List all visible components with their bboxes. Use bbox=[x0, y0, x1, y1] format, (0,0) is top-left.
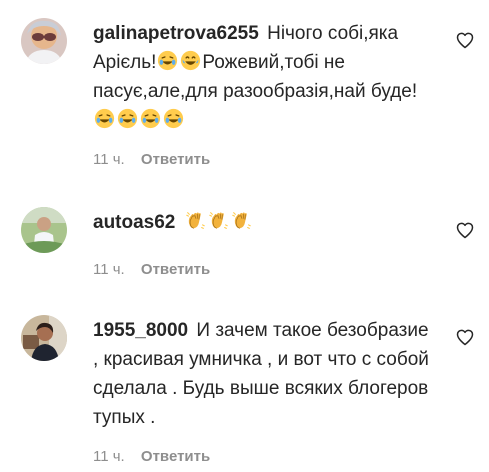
reply-button[interactable]: Ответить bbox=[141, 448, 210, 465]
clapping-hands-emoji bbox=[208, 210, 229, 231]
comment-text: galinapetrova6255 Нічого собі,яка Арієль… bbox=[93, 19, 438, 135]
rofl-emoji bbox=[94, 108, 115, 129]
rofl-emoji bbox=[163, 108, 184, 129]
comment-text: 1955_8000 И зачем такое безобразие , кра… bbox=[93, 316, 438, 432]
comment-time: 11 ч. bbox=[93, 448, 125, 465]
reply-button[interactable]: Ответить bbox=[141, 151, 210, 168]
heart-outline-icon[interactable] bbox=[455, 30, 475, 50]
comment-username[interactable]: galinapetrova6255 bbox=[93, 23, 259, 44]
comment-meta: 11 ч. Ответить bbox=[93, 448, 210, 465]
avatar[interactable] bbox=[21, 315, 67, 361]
comment-text: autoas62 bbox=[93, 208, 438, 237]
rofl-emoji bbox=[117, 108, 138, 129]
joy-emoji bbox=[180, 50, 201, 71]
clapping-hands-emoji bbox=[231, 210, 252, 231]
comment-username[interactable]: autoas62 bbox=[93, 212, 175, 233]
rofl-emoji bbox=[157, 50, 178, 71]
comment-time: 11 ч. bbox=[93, 261, 125, 278]
comment-time: 11 ч. bbox=[93, 151, 125, 168]
avatar[interactable] bbox=[21, 207, 67, 253]
comment-username[interactable]: 1955_8000 bbox=[93, 320, 188, 341]
reply-button[interactable]: Ответить bbox=[141, 261, 210, 278]
rofl-emoji bbox=[140, 108, 161, 129]
comment-meta: 11 ч. Ответить bbox=[93, 261, 210, 278]
comment-meta: 11 ч. Ответить bbox=[93, 151, 210, 168]
clapping-hands-emoji bbox=[185, 210, 206, 231]
heart-outline-icon[interactable] bbox=[455, 327, 475, 347]
heart-outline-icon[interactable] bbox=[455, 220, 475, 240]
avatar[interactable] bbox=[21, 18, 67, 64]
